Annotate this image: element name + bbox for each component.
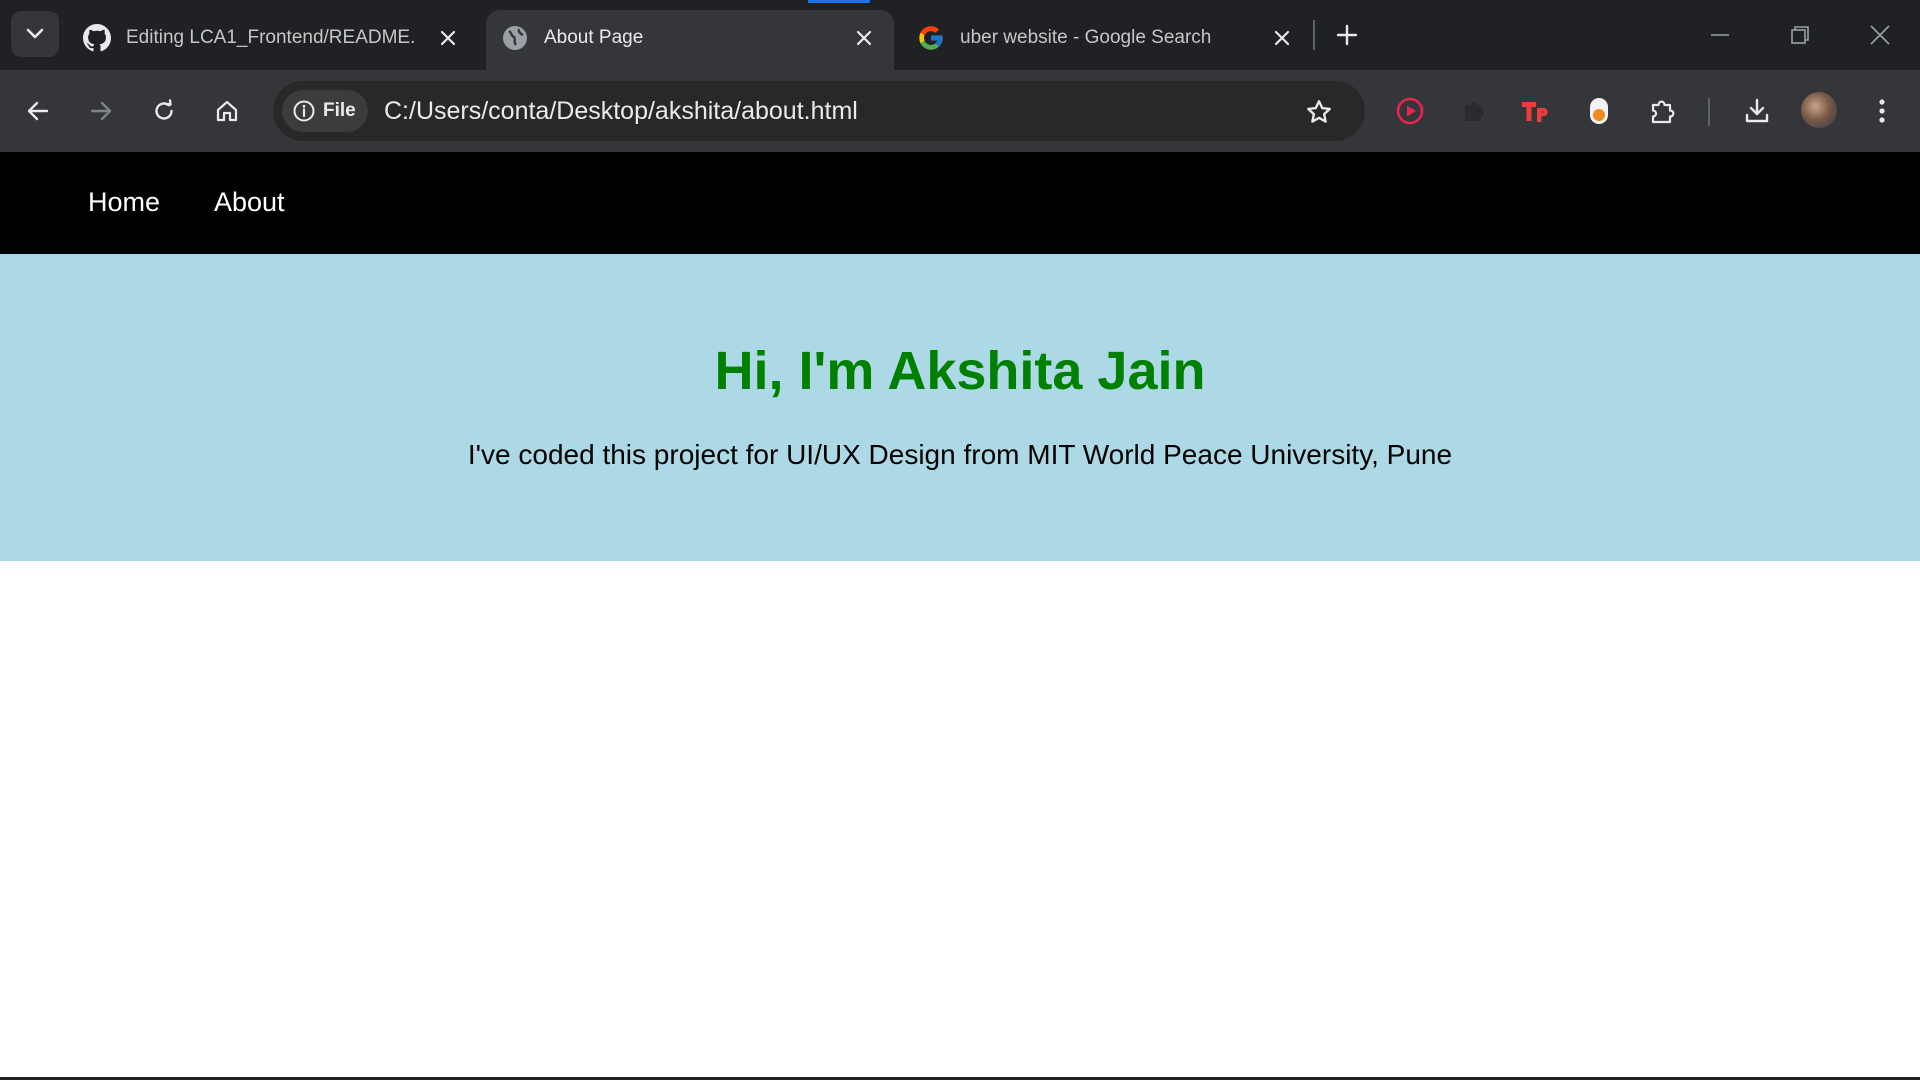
screen-recorder-extension[interactable] — [1388, 89, 1432, 133]
home-button[interactable] — [205, 89, 249, 133]
tab-title: About Page — [544, 27, 644, 48]
chip-label: File — [323, 100, 356, 121]
info-icon — [293, 100, 315, 122]
github-icon — [83, 24, 111, 52]
tab-indicator — [808, 0, 870, 3]
orange-extension-icon — [1588, 96, 1610, 126]
tab-separator — [1313, 20, 1315, 50]
page-title: Hi, I'm Akshita Jain — [714, 341, 1206, 401]
arrow-left-icon — [26, 99, 50, 123]
dark-extension[interactable] — [1451, 89, 1495, 133]
url-text[interactable]: C:/Users/conta/Desktop/akshita/about.htm… — [384, 96, 858, 126]
nav-link-home[interactable]: Home — [88, 186, 160, 218]
tp-extension-icon — [1520, 97, 1552, 125]
star-icon — [1305, 98, 1333, 126]
close-tab-icon[interactable] — [1268, 24, 1296, 52]
extensions-puzzle-icon — [1648, 97, 1676, 125]
back-button[interactable] — [16, 89, 60, 133]
tab-search-button[interactable] — [11, 11, 59, 57]
browser-toolbar: File C:/Users/conta/Desktop/akshita/abou… — [0, 70, 1920, 152]
site-navbar: Home About — [0, 152, 1920, 254]
chevron-down-icon — [26, 28, 44, 40]
tp-extension[interactable] — [1514, 89, 1558, 133]
globe-icon — [501, 24, 529, 52]
restore-button[interactable] — [1778, 14, 1822, 56]
puzzle-dark-icon — [1459, 97, 1487, 125]
tab-title: Editing LCA1_Frontend/README.m — [126, 27, 416, 48]
extensions-button[interactable] — [1640, 89, 1684, 133]
tab-about-page[interactable]: About Page — [486, 10, 894, 70]
page-viewport: Home About Hi, I'm Akshita Jain I've cod… — [0, 152, 1920, 1080]
downloads-button[interactable] — [1735, 89, 1779, 133]
tab-title: uber website - Google Search — [960, 27, 1212, 48]
plus-icon — [1336, 24, 1358, 46]
reload-icon — [152, 99, 176, 123]
reload-button[interactable] — [142, 89, 186, 133]
tab-strip: Editing LCA1_Frontend/README.m About Pag… — [0, 0, 1920, 70]
new-tab-button[interactable] — [1330, 18, 1364, 52]
hero-section: Hi, I'm Akshita Jain I've coded this pro… — [0, 254, 1920, 561]
profile-avatar[interactable] — [1801, 92, 1837, 128]
close-tab-icon[interactable] — [434, 24, 462, 52]
screen-recorder-icon — [1395, 96, 1425, 126]
site-info-chip[interactable]: File — [282, 90, 368, 132]
bookmark-star-button[interactable] — [1302, 95, 1336, 129]
address-bar[interactable]: File C:/Users/conta/Desktop/akshita/abou… — [273, 81, 1365, 141]
tab-github-readme[interactable]: Editing LCA1_Frontend/README.m — [68, 10, 468, 70]
toolbar-divider — [1708, 98, 1710, 126]
orange-extension[interactable] — [1577, 89, 1621, 133]
nav-link-about[interactable]: About — [214, 186, 285, 218]
tab-google-search[interactable]: uber website - Google Search — [902, 10, 1302, 70]
more-vertical-icon — [1878, 98, 1886, 124]
menu-button[interactable] — [1860, 89, 1904, 133]
forward-button[interactable] — [79, 89, 123, 133]
download-icon — [1743, 97, 1771, 125]
home-icon — [215, 99, 239, 123]
minimize-icon — [1711, 33, 1729, 37]
arrow-right-icon — [89, 99, 113, 123]
hero-subtitle: I've coded this project for UI/UX Design… — [467, 439, 1453, 470]
google-icon — [917, 24, 945, 52]
minimize-button[interactable] — [1698, 14, 1742, 56]
restore-icon — [1791, 26, 1809, 44]
close-tab-icon[interactable] — [850, 24, 878, 52]
close-window-button[interactable] — [1858, 14, 1902, 56]
close-icon — [1870, 25, 1890, 45]
